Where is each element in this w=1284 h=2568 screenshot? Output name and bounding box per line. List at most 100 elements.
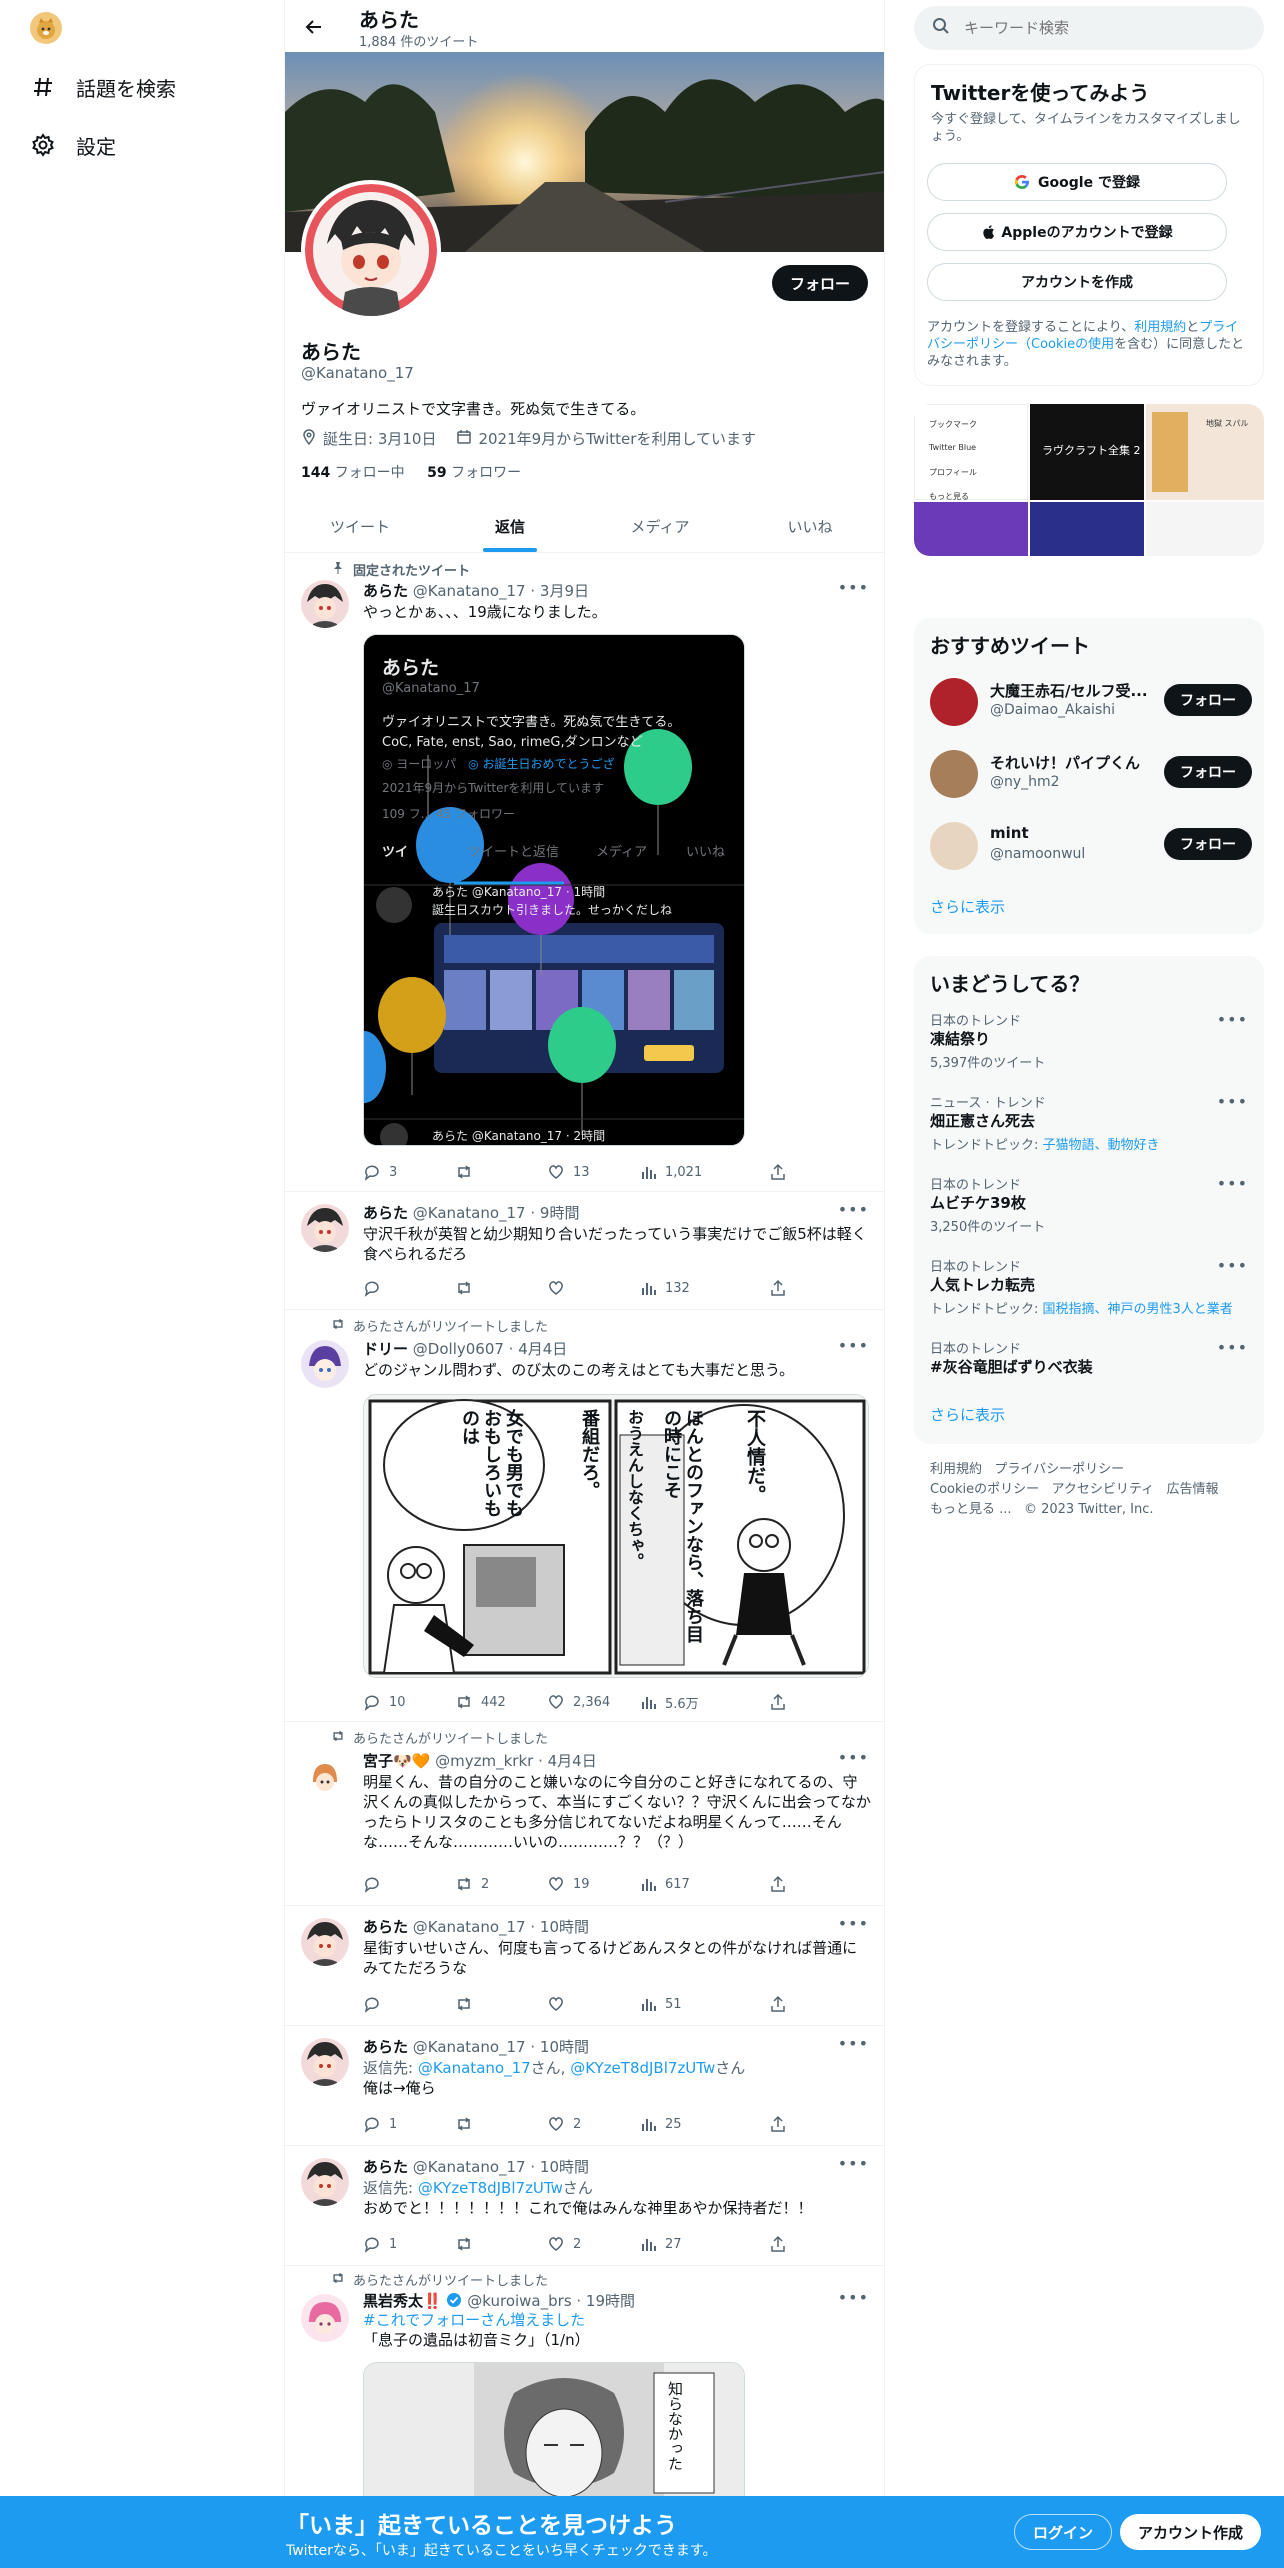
search-box[interactable] bbox=[914, 6, 1264, 50]
retweet-button[interactable] bbox=[455, 2112, 481, 2136]
like-button[interactable]: 13 bbox=[547, 1160, 590, 1184]
avatar[interactable] bbox=[301, 1204, 349, 1252]
more-icon[interactable]: ••• bbox=[838, 578, 869, 597]
profile-avatar[interactable] bbox=[301, 180, 441, 320]
share-button[interactable] bbox=[769, 2112, 787, 2136]
reply-button[interactable]: 1 bbox=[363, 2112, 397, 2136]
follow-button[interactable]: フォロー bbox=[1164, 756, 1252, 788]
tweet-retweeted[interactable]: あらたさんがリツイートしました ドリー @Dolly0607 · 4月4日 ••… bbox=[285, 1310, 884, 1722]
more-icon[interactable]: ••• bbox=[838, 2034, 869, 2053]
create-account-button[interactable]: アカウントを作成 bbox=[927, 263, 1227, 301]
apple-signup-button[interactable]: Appleのアカウントで登録 bbox=[927, 213, 1227, 251]
share-button[interactable] bbox=[769, 2232, 787, 2256]
reply-button[interactable] bbox=[363, 1872, 389, 1896]
app-logo-icon[interactable] bbox=[30, 12, 62, 44]
like-button[interactable] bbox=[547, 1276, 573, 1300]
google-signup-button[interactable]: Google で登録 bbox=[927, 163, 1227, 201]
share-button[interactable] bbox=[769, 1690, 787, 1714]
footer-link[interactable]: 広告情報 bbox=[1167, 1482, 1219, 1497]
more-icon[interactable]: ••• bbox=[838, 2288, 869, 2307]
tab-likes[interactable]: いいね bbox=[735, 500, 884, 552]
more-icon[interactable]: ••• bbox=[838, 2154, 869, 2173]
hashtag-link[interactable]: #これでフォローさん増えました bbox=[363, 2310, 871, 2330]
tweet-reply[interactable]: あらた @Kanatano_17 · 10時間 ••• 返信先: @KYzeT8… bbox=[285, 2146, 884, 2266]
more-icon[interactable]: ••• bbox=[838, 1200, 869, 1219]
footer-link[interactable]: 利用規約 bbox=[930, 1462, 982, 1477]
views-button[interactable]: 51 bbox=[639, 1992, 682, 2016]
mention-link[interactable]: @KYzeT8dJBl7zUTw bbox=[418, 2179, 563, 2197]
tweet[interactable]: あらた @Kanatano_17 · 9時間 ••• 守沢千秋が英智と幼少期知り… bbox=[285, 1192, 884, 1310]
more-icon[interactable]: ••• bbox=[1217, 1092, 1248, 1111]
login-button[interactable]: ログイン bbox=[1014, 2514, 1113, 2550]
avatar[interactable] bbox=[301, 580, 349, 628]
back-arrow-icon[interactable] bbox=[299, 12, 329, 42]
like-button[interactable]: 19 bbox=[547, 1872, 590, 1896]
views-button[interactable]: 617 bbox=[639, 1872, 690, 1896]
avatar[interactable] bbox=[301, 2158, 349, 2206]
thumb-image[interactable] bbox=[1030, 502, 1144, 556]
share-button[interactable] bbox=[769, 1276, 787, 1300]
reply-button[interactable]: 10 bbox=[363, 1690, 406, 1714]
thumb-image[interactable] bbox=[1146, 502, 1264, 556]
retweet-button[interactable] bbox=[455, 2232, 481, 2256]
avatar[interactable] bbox=[930, 822, 978, 870]
tweet-retweeted[interactable]: あらたさんがリツイートしました 宮子🐶🧡 @myzm_krkr · 4月4日 •… bbox=[285, 1722, 884, 1906]
avatar[interactable] bbox=[301, 1340, 349, 1388]
share-button[interactable] bbox=[769, 1872, 787, 1896]
mention-link[interactable]: @Kanatano_17 bbox=[418, 2059, 531, 2077]
terms-link[interactable]: 利用規約 bbox=[1134, 320, 1186, 335]
avatar[interactable] bbox=[301, 2294, 349, 2342]
more-icon[interactable]: ••• bbox=[838, 1914, 869, 1933]
footer-link[interactable]: もっと見る ... bbox=[930, 1502, 1012, 1517]
avatar[interactable] bbox=[930, 678, 978, 726]
tweet-image-screenshot[interactable]: あらた @Kanatano_17 ヴァイオリニストで文字書き。死ぬ気で生きてる。… bbox=[363, 634, 745, 1146]
reply-button[interactable] bbox=[363, 1992, 389, 2016]
share-button[interactable] bbox=[769, 1992, 787, 2016]
search-input[interactable] bbox=[964, 19, 1244, 37]
thumb-menu[interactable]: ブックマーク Twitter Blue プロフィール もっと見る bbox=[914, 404, 1028, 501]
views-button[interactable]: 1,021 bbox=[639, 1160, 702, 1184]
nav-explore[interactable]: 話題を検索 bbox=[30, 67, 176, 107]
recommended-item[interactable]: それいけ！パイプくん @ny_hm2 フォロー bbox=[930, 746, 1252, 802]
like-button[interactable]: 2,364 bbox=[547, 1690, 610, 1714]
tweet-image-manga[interactable]: 不人情だ。 ほんとのファンなら、落ち目の時にこそ おうえんしなくちゃ。 番組だろ… bbox=[363, 1394, 869, 1678]
tweet-reply[interactable]: あらた @Kanatano_17 · 10時間 ••• 返信先: @Kanata… bbox=[285, 2026, 884, 2146]
more-icon[interactable]: ••• bbox=[1217, 1174, 1248, 1193]
show-more-link[interactable]: さらに表示 bbox=[930, 1404, 1005, 1425]
avatar[interactable] bbox=[930, 750, 978, 798]
more-icon[interactable]: ••• bbox=[838, 1336, 869, 1355]
like-button[interactable] bbox=[547, 1992, 573, 2016]
more-icon[interactable]: ••• bbox=[1217, 1338, 1248, 1357]
views-button[interactable]: 132 bbox=[639, 1276, 690, 1300]
recommended-item[interactable]: mint @namoonwul フォロー bbox=[930, 818, 1252, 874]
thumb-image[interactable] bbox=[914, 502, 1028, 556]
more-icon[interactable]: ••• bbox=[838, 1748, 869, 1767]
retweet-button[interactable]: 442 bbox=[455, 1690, 506, 1714]
tab-tweets[interactable]: ツイート bbox=[285, 500, 435, 552]
follow-button[interactable]: フォロー bbox=[1164, 684, 1252, 716]
media-thumbnails[interactable]: ブックマーク Twitter Blue プロフィール もっと見る ラヴクラフト全… bbox=[914, 404, 1264, 556]
following-link[interactable]: 144 フォロー中 bbox=[301, 465, 405, 481]
footer-link[interactable]: プライバシーポリシー bbox=[994, 1462, 1124, 1477]
thumb-game[interactable]: 地獄 スパル bbox=[1146, 404, 1264, 500]
mention-link[interactable]: @KYzeT8dJBl7zUTw bbox=[570, 2059, 715, 2077]
reply-button[interactable] bbox=[363, 1276, 389, 1300]
footer-link[interactable]: Cookieのポリシー bbox=[930, 1482, 1039, 1497]
followers-link[interactable]: 59 フォロワー bbox=[427, 465, 521, 481]
thumb-book[interactable]: ラヴクラフト全集 2 bbox=[1030, 404, 1144, 500]
tweet-pinned[interactable]: 固定されたツイート あらた @Kanatano_17 · 3月9日 ••• やっ… bbox=[285, 554, 884, 1192]
views-button[interactable]: 25 bbox=[639, 2112, 682, 2136]
like-button[interactable]: 2 bbox=[547, 2112, 581, 2136]
profile-follow-button[interactable]: フォロー bbox=[771, 265, 868, 301]
nav-settings[interactable]: 設定 bbox=[30, 125, 116, 165]
avatar[interactable] bbox=[301, 2038, 349, 2086]
tab-replies[interactable]: 返信 bbox=[435, 500, 585, 552]
retweet-button[interactable] bbox=[455, 1160, 481, 1184]
more-icon[interactable]: ••• bbox=[1217, 1256, 1248, 1275]
avatar[interactable] bbox=[301, 1752, 349, 1800]
follow-button[interactable]: フォロー bbox=[1164, 828, 1252, 860]
retweet-button[interactable] bbox=[455, 1276, 481, 1300]
reply-button[interactable]: 1 bbox=[363, 2232, 397, 2256]
reply-button[interactable]: 3 bbox=[363, 1160, 397, 1184]
tweet[interactable]: あらた @Kanatano_17 · 10時間 ••• 星街すいせいさん、何度も… bbox=[285, 1906, 884, 2026]
